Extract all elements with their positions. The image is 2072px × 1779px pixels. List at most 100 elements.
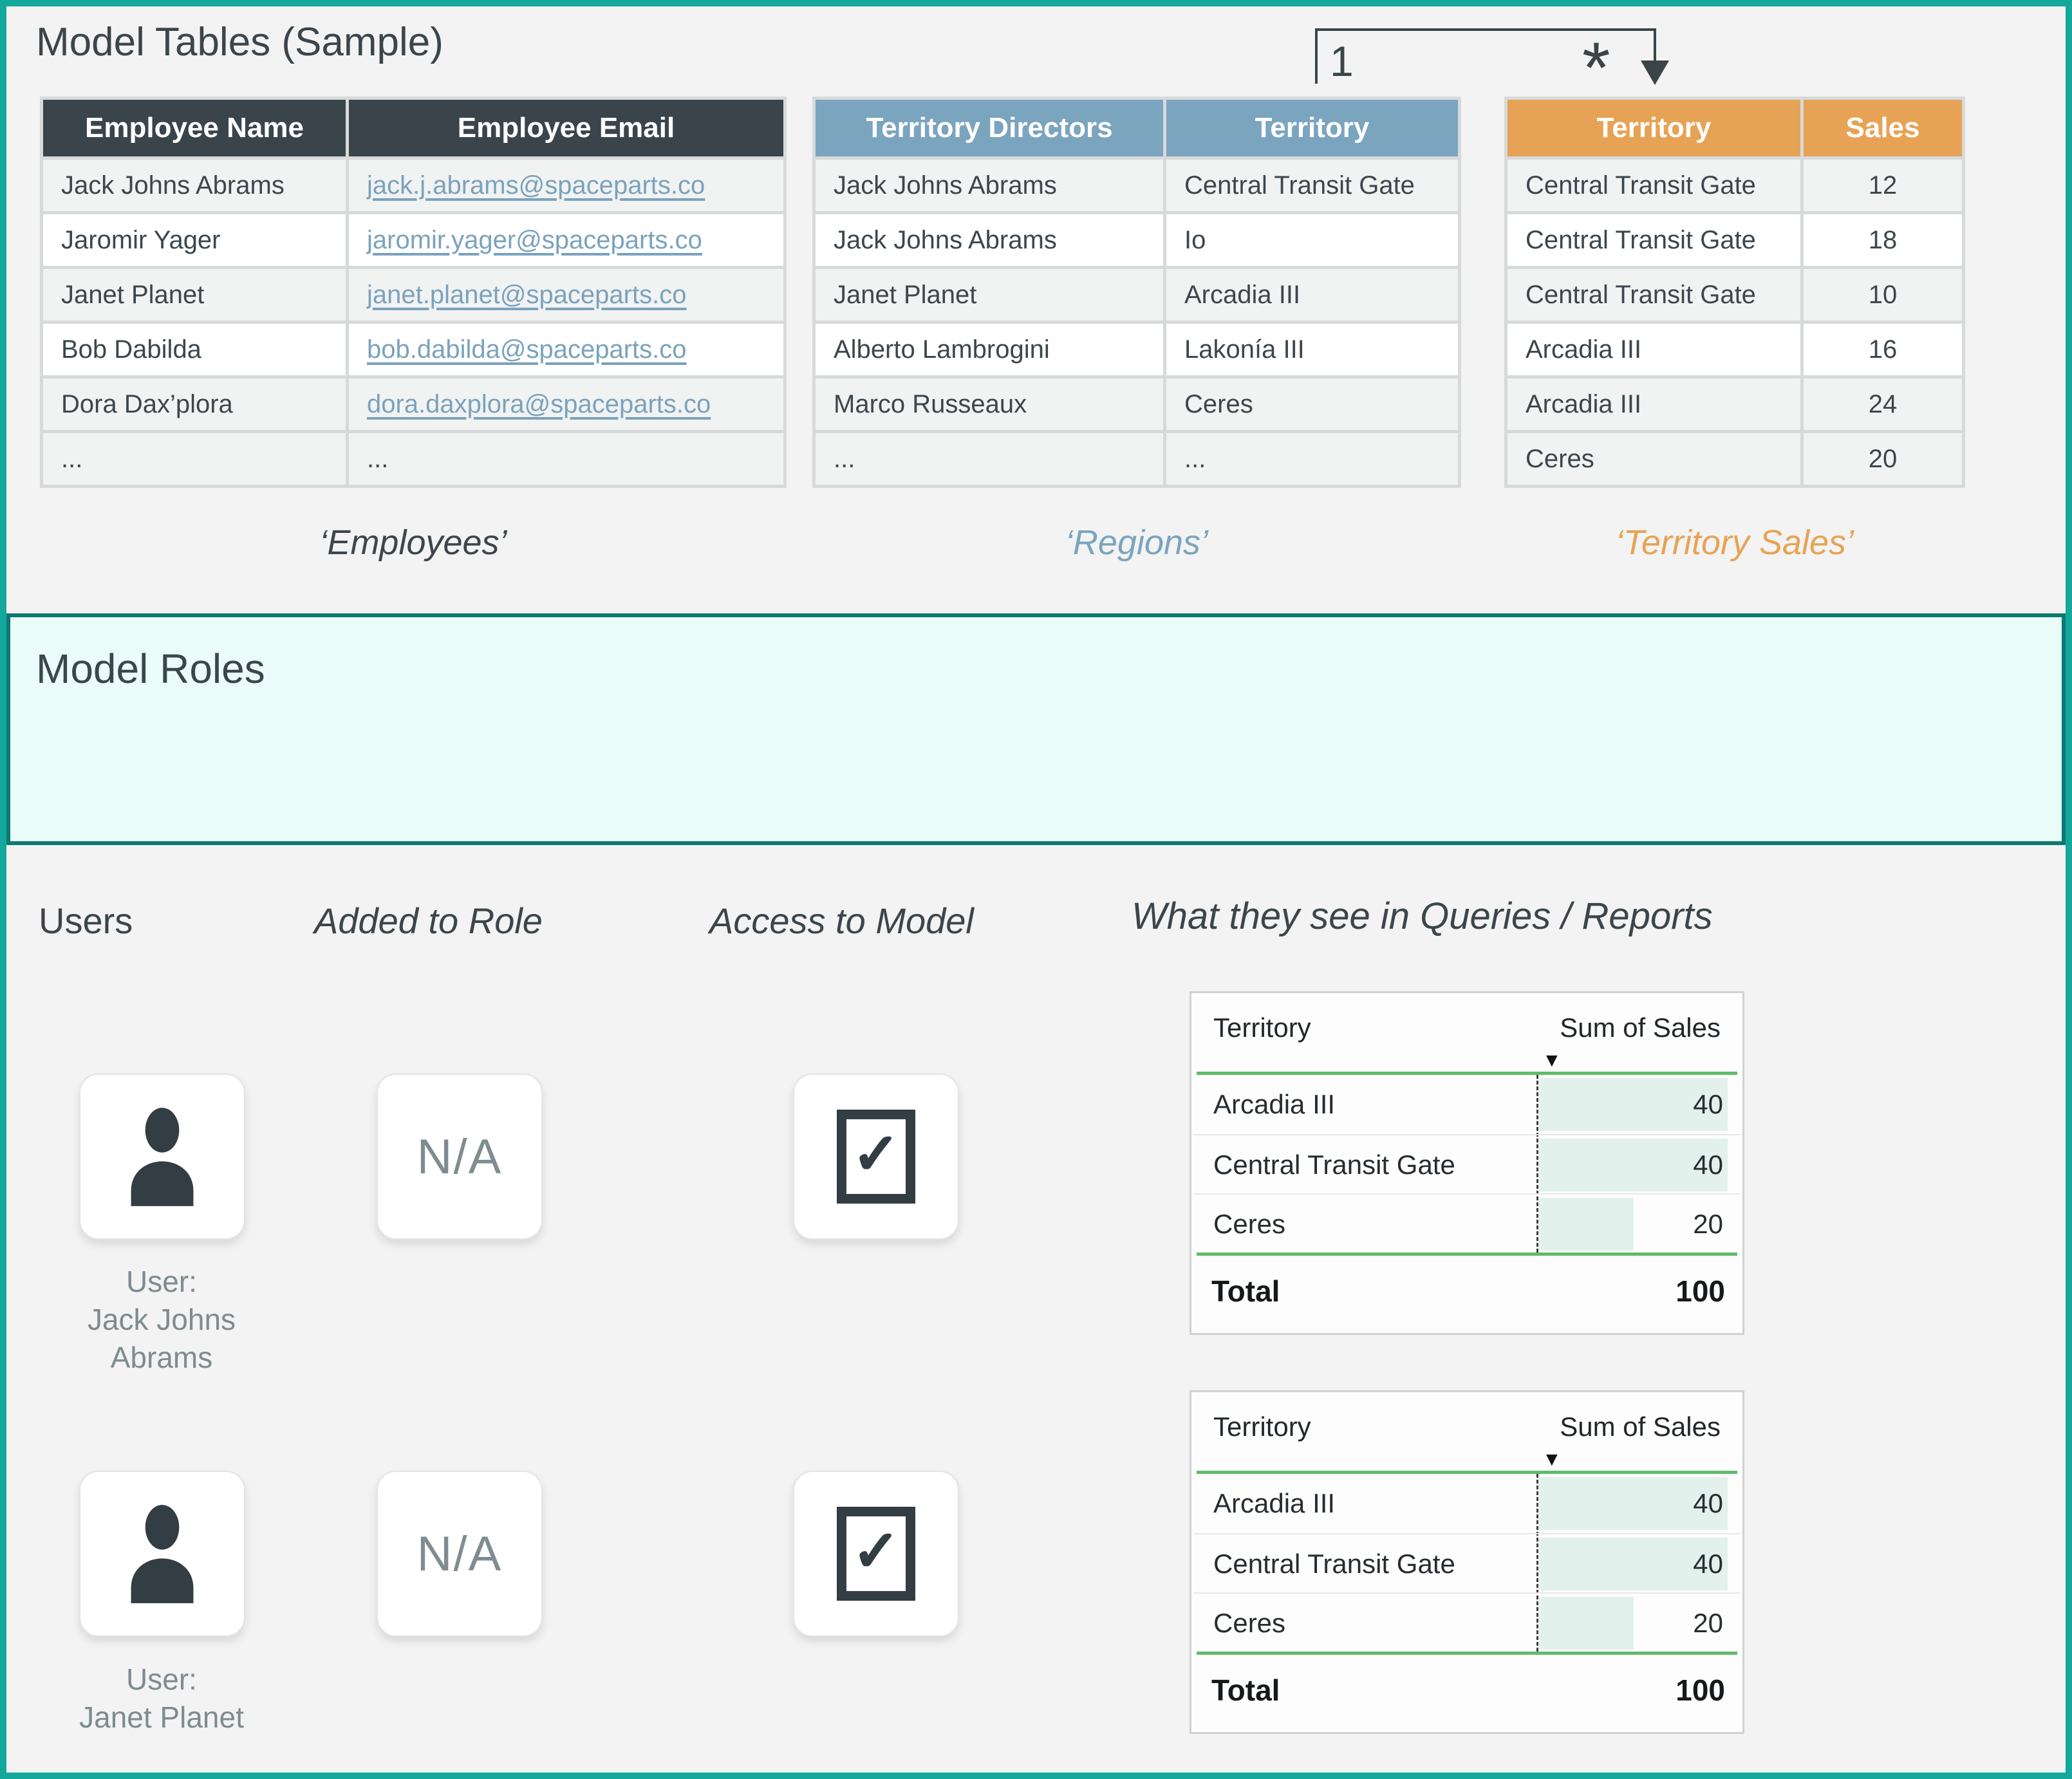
report-value: 40 (1693, 1075, 1723, 1134)
table-cell: 12 (1804, 160, 1962, 211)
table-cell: Jack Johns Abrams (43, 160, 346, 211)
sort-desc-icon: ▼ (1542, 1449, 1562, 1471)
column-header: Territory (1166, 100, 1458, 156)
report-territory: Central Transit Gate (1213, 1135, 1455, 1195)
model-roles-band (6, 613, 2066, 845)
table-cell: Dora Dax’plora (43, 378, 346, 430)
role-card: N/A (377, 1074, 543, 1240)
table-cell: Janet Planet (816, 269, 1163, 321)
report-table: Territory Sum of Sales ▼ Arcadia III 40 … (1190, 1390, 1744, 1734)
user-label: User: Jack Johns Abrams (26, 1263, 297, 1377)
report-row: Arcadia III 40 (1193, 1474, 1741, 1533)
table-cell: Lakonía III (1166, 324, 1458, 375)
report-value: 40 (1693, 1534, 1723, 1594)
page-title: Model Tables (Sample) (36, 19, 443, 65)
report-territory: Central Transit Gate (1213, 1534, 1455, 1594)
access-card: ✓ (793, 1471, 959, 1637)
check-mark-icon: ✓ (852, 1518, 900, 1584)
access-to-model-header: Access to Model (709, 900, 974, 942)
table-cell: dora.daxplora@spaceparts.co (349, 378, 783, 430)
table-cell: Arcadia III (1166, 269, 1458, 321)
table-cell: 10 (1804, 269, 1962, 321)
reports-header: What they see in Queries / Reports (1132, 895, 1713, 938)
table-cell: ... (349, 433, 783, 485)
report-row: Central Transit Gate 40 (1193, 1134, 1741, 1195)
report-territory: Arcadia III (1213, 1474, 1335, 1533)
table-cell: Central Transit Gate (1507, 269, 1800, 321)
relationship-connector-line (1654, 28, 1656, 62)
table-cell: Marco Russeaux (816, 378, 1163, 430)
user-card (79, 1074, 245, 1240)
table-cell: Jack Johns Abrams (816, 214, 1163, 266)
checkbox-checked-icon: ✓ (837, 1507, 915, 1601)
report-territory: Arcadia III (1213, 1075, 1335, 1134)
user-card (79, 1471, 245, 1637)
employees-table: Employee Name Employee Email Jack Johns … (40, 97, 787, 488)
table-cell: Central Transit Gate (1507, 214, 1800, 266)
email-link[interactable]: jack.j.abrams@spaceparts.co (367, 171, 705, 200)
table-cell: 18 (1804, 214, 1962, 266)
table-cell: Ceres (1166, 378, 1458, 430)
report-territory: Ceres (1213, 1594, 1285, 1653)
table-caption-regions: ‘Regions’ (812, 523, 1461, 563)
table-cell: janet.planet@spaceparts.co (349, 269, 783, 321)
report-value: 40 (1693, 1135, 1723, 1195)
relationship-many-label: * (1582, 32, 1610, 104)
column-header: Territory (1507, 100, 1800, 156)
report-value: 40 (1693, 1474, 1723, 1533)
access-card: ✓ (793, 1074, 959, 1240)
table-caption-territory-sales: ‘Territory Sales’ (1504, 523, 1965, 563)
table-cell: Arcadia III (1507, 324, 1800, 375)
report-divider (1197, 1253, 1737, 1256)
user-icon (114, 1503, 210, 1605)
table-cell: Central Transit Gate (1507, 160, 1800, 211)
table-cell: bob.dabilda@spaceparts.co (349, 324, 783, 375)
report-value: 20 (1693, 1195, 1723, 1254)
data-bar (1539, 1198, 1634, 1251)
arrow-down-icon (1641, 61, 1669, 85)
table-cell: ... (816, 433, 1163, 485)
table-cell: 24 (1804, 378, 1962, 430)
table-cell: 16 (1804, 324, 1962, 375)
table-cell: ... (43, 433, 346, 485)
table-cell: Io (1166, 214, 1458, 266)
regions-table: Territory Directors Territory Jack Johns… (812, 97, 1461, 488)
table-cell: Ceres (1507, 433, 1800, 485)
table-cell: jack.j.abrams@spaceparts.co (349, 160, 783, 211)
table-cell: Bob Dabilda (43, 324, 346, 375)
table-cell: Central Transit Gate (1166, 160, 1458, 211)
report-value: 20 (1693, 1594, 1723, 1653)
email-link[interactable]: dora.daxplora@spaceparts.co (367, 390, 711, 419)
table-cell: Jaromir Yager (43, 214, 346, 266)
added-to-role-header: Added to Role (314, 900, 543, 942)
table-cell: Janet Planet (43, 269, 346, 321)
report-total-label: Total (1211, 1661, 1280, 1719)
table-cell: 20 (1804, 433, 1962, 485)
report-row: Ceres 20 (1193, 1592, 1741, 1653)
report-total-label: Total (1211, 1262, 1280, 1320)
users-header: Users (39, 900, 133, 942)
email-link[interactable]: jaromir.yager@spaceparts.co (367, 226, 702, 255)
role-na-label: N/A (417, 1129, 503, 1185)
report-col-territory: Territory (1213, 1012, 1311, 1043)
column-header: Sales (1804, 100, 1962, 156)
report-row: Ceres 20 (1193, 1193, 1741, 1254)
user-icon (114, 1106, 210, 1207)
table-cell: Arcadia III (1507, 378, 1800, 430)
report-divider (1197, 1652, 1737, 1655)
email-link[interactable]: janet.planet@spaceparts.co (367, 281, 686, 310)
data-bar (1539, 1597, 1634, 1650)
report-table: Territory Sum of Sales ▼ Arcadia III 40 … (1190, 991, 1744, 1335)
checkbox-checked-icon: ✓ (837, 1110, 915, 1204)
column-header: Territory Directors (816, 100, 1163, 156)
table-cell: Jack Johns Abrams (816, 160, 1163, 211)
report-col-sum: Sum of Sales (1560, 1411, 1721, 1442)
table-cell: Alberto Lambrogini (816, 324, 1163, 375)
model-roles-title: Model Roles (36, 645, 265, 693)
table-cell: ... (1166, 433, 1458, 485)
report-col-territory: Territory (1213, 1411, 1311, 1442)
sort-desc-icon: ▼ (1542, 1050, 1562, 1072)
model-security-diagram: Model Tables (Sample) 1 * Employee Name … (0, 0, 2072, 1779)
column-header: Employee Name (43, 100, 346, 156)
email-link[interactable]: bob.dabilda@spaceparts.co (367, 335, 686, 364)
